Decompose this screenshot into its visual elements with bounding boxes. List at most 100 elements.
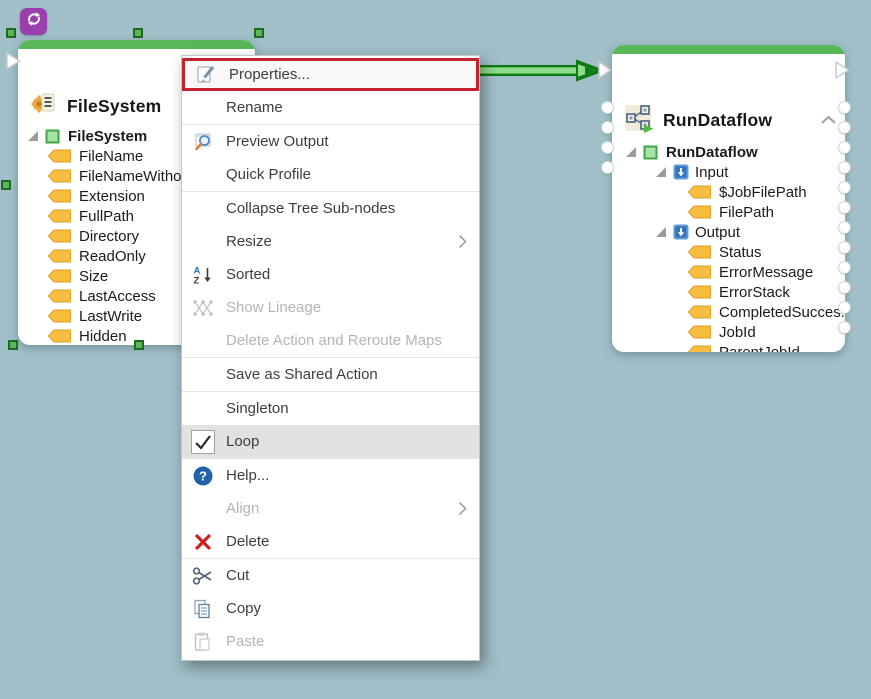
loop-checkbox[interactable] — [191, 429, 215, 454]
field-tag-icon — [47, 249, 71, 263]
menu-item-label: Rename — [226, 99, 283, 116]
menu-item-icon-empty — [191, 96, 215, 120]
menu-item-paste: Paste — [182, 625, 479, 658]
tree-item-label: FileNameWithou — [79, 167, 190, 185]
input-port[interactable] — [601, 140, 614, 154]
menu-item-icon-empty — [191, 197, 215, 221]
menu-item-preview-output[interactable]: Preview Output — [182, 125, 479, 158]
input-port[interactable] — [601, 120, 614, 134]
selection-handle[interactable] — [254, 28, 264, 38]
menu-item-properties[interactable]: Properties... — [182, 58, 479, 91]
menu-item-resize[interactable]: Resize — [182, 225, 479, 258]
sync-badge[interactable] — [20, 8, 47, 35]
field-tag-icon — [687, 245, 711, 259]
input-port-icon[interactable] — [5, 51, 22, 76]
menu-item-label: Save as Shared Action — [226, 366, 378, 383]
selection-handle[interactable] — [134, 340, 144, 350]
output-port[interactable] — [838, 120, 851, 134]
expander-icon[interactable] — [626, 147, 636, 157]
menu-item-label: Singleton — [226, 400, 289, 417]
menu-item-align: Align — [182, 492, 479, 525]
menu-item-icon-empty — [191, 497, 215, 521]
output-port[interactable] — [838, 160, 851, 174]
selection-handle[interactable] — [133, 28, 143, 38]
tree-field-row[interactable]: ErrorMessage — [612, 262, 845, 282]
output-port[interactable] — [838, 240, 851, 254]
node-rundataflow[interactable]: RunDataflow RunDataflow Input $JobFilePath… — [612, 45, 845, 352]
tree-item-label: RunDataflow — [666, 143, 758, 161]
tree-item-label: Size — [79, 267, 109, 285]
menu-item-label: Sorted — [226, 266, 271, 283]
output-port-icon[interactable] — [834, 60, 851, 85]
tree-item-label: LastAccess — [79, 287, 156, 305]
tree-root-row[interactable]: RunDataflow — [612, 142, 845, 162]
selection-handle[interactable] — [1, 180, 11, 190]
tree-field-row[interactable]: CompletedSucces... — [612, 302, 845, 322]
tree-item-label: FileName — [79, 147, 144, 165]
menu-item-save-as-shared-action[interactable]: Save as Shared Action — [182, 358, 479, 391]
submenu-chevron-icon — [458, 234, 467, 249]
tree-field-row[interactable]: JobId — [612, 322, 845, 342]
field-tag-icon — [47, 289, 71, 303]
menu-item-delete[interactable]: Delete — [182, 525, 479, 558]
field-tag-icon — [47, 309, 71, 323]
output-port[interactable] — [838, 140, 851, 154]
output-port[interactable] — [838, 320, 851, 334]
tree-item-label: Status — [719, 243, 762, 261]
menu-item-copy[interactable]: Copy — [182, 592, 479, 625]
expander-icon[interactable] — [28, 131, 38, 141]
properties-icon — [194, 63, 218, 87]
output-port[interactable] — [838, 280, 851, 294]
field-tag-icon — [687, 185, 711, 199]
output-port[interactable] — [838, 180, 851, 194]
selection-handle[interactable] — [8, 340, 18, 350]
tree-field-row[interactable]: ErrorStack — [612, 282, 845, 302]
output-port[interactable] — [838, 220, 851, 234]
paste-icon — [191, 630, 215, 654]
menu-item-label: Paste — [226, 633, 265, 650]
output-port[interactable] — [838, 300, 851, 314]
menu-item-label: Align — [226, 500, 260, 517]
expander-icon[interactable] — [656, 227, 666, 237]
tree-item-label: Hidden — [79, 327, 127, 345]
tree-item-label: ParentJobId — [719, 343, 800, 353]
menu-item-singleton[interactable]: Singleton — [182, 392, 479, 425]
tree-item-label: ReadOnly — [79, 247, 146, 265]
tree-group-row[interactable]: Input — [612, 162, 845, 182]
input-port[interactable] — [601, 160, 614, 174]
tree-item-label: LastWrite — [79, 307, 143, 325]
cut-icon — [191, 564, 215, 588]
menu-item-label: Delete Action and Reroute Maps — [226, 332, 442, 349]
output-port[interactable] — [838, 260, 851, 274]
menu-item-collapse-tree-sub-nodes[interactable]: Collapse Tree Sub-nodes — [182, 192, 479, 225]
delete-icon — [191, 530, 215, 554]
output-port[interactable] — [838, 100, 851, 114]
node-title: FileSystem — [67, 96, 162, 116]
tree-field-row[interactable]: $JobFilePath — [612, 182, 845, 202]
menu-item-quick-profile[interactable]: Quick Profile — [182, 158, 479, 191]
field-tag-icon — [687, 205, 711, 219]
menu-item-sorted[interactable]: A Z Sorted — [182, 258, 479, 291]
output-port[interactable] — [838, 200, 851, 214]
tree-field-row[interactable]: ParentJobId — [612, 342, 845, 352]
field-tag-icon — [687, 265, 711, 279]
tree-field-row[interactable]: FilePath — [612, 202, 845, 222]
tree-field-row[interactable]: Status — [612, 242, 845, 262]
field-tag-icon — [47, 209, 71, 223]
tree-item-label: ErrorStack — [719, 283, 790, 301]
tree-item-label: Output — [695, 223, 741, 241]
menu-item-help[interactable]: ? Help... — [182, 459, 479, 492]
tree-item-label: FullPath — [79, 207, 135, 225]
menu-item-rename[interactable]: Rename — [182, 91, 479, 124]
expander-icon[interactable] — [656, 167, 666, 177]
collapse-chevron-icon[interactable] — [820, 112, 837, 130]
tree-group-row[interactable]: Output — [612, 222, 845, 242]
menu-item-cut[interactable]: Cut — [182, 559, 479, 592]
menu-item-loop[interactable]: Loop — [182, 425, 479, 458]
checkbox-checked-icon[interactable] — [191, 429, 215, 454]
input-port[interactable] — [601, 100, 614, 114]
selection-handle[interactable] — [6, 28, 16, 38]
help-icon: ? — [191, 464, 215, 488]
menu-item-icon-empty — [191, 329, 215, 353]
copy-icon — [191, 597, 215, 621]
